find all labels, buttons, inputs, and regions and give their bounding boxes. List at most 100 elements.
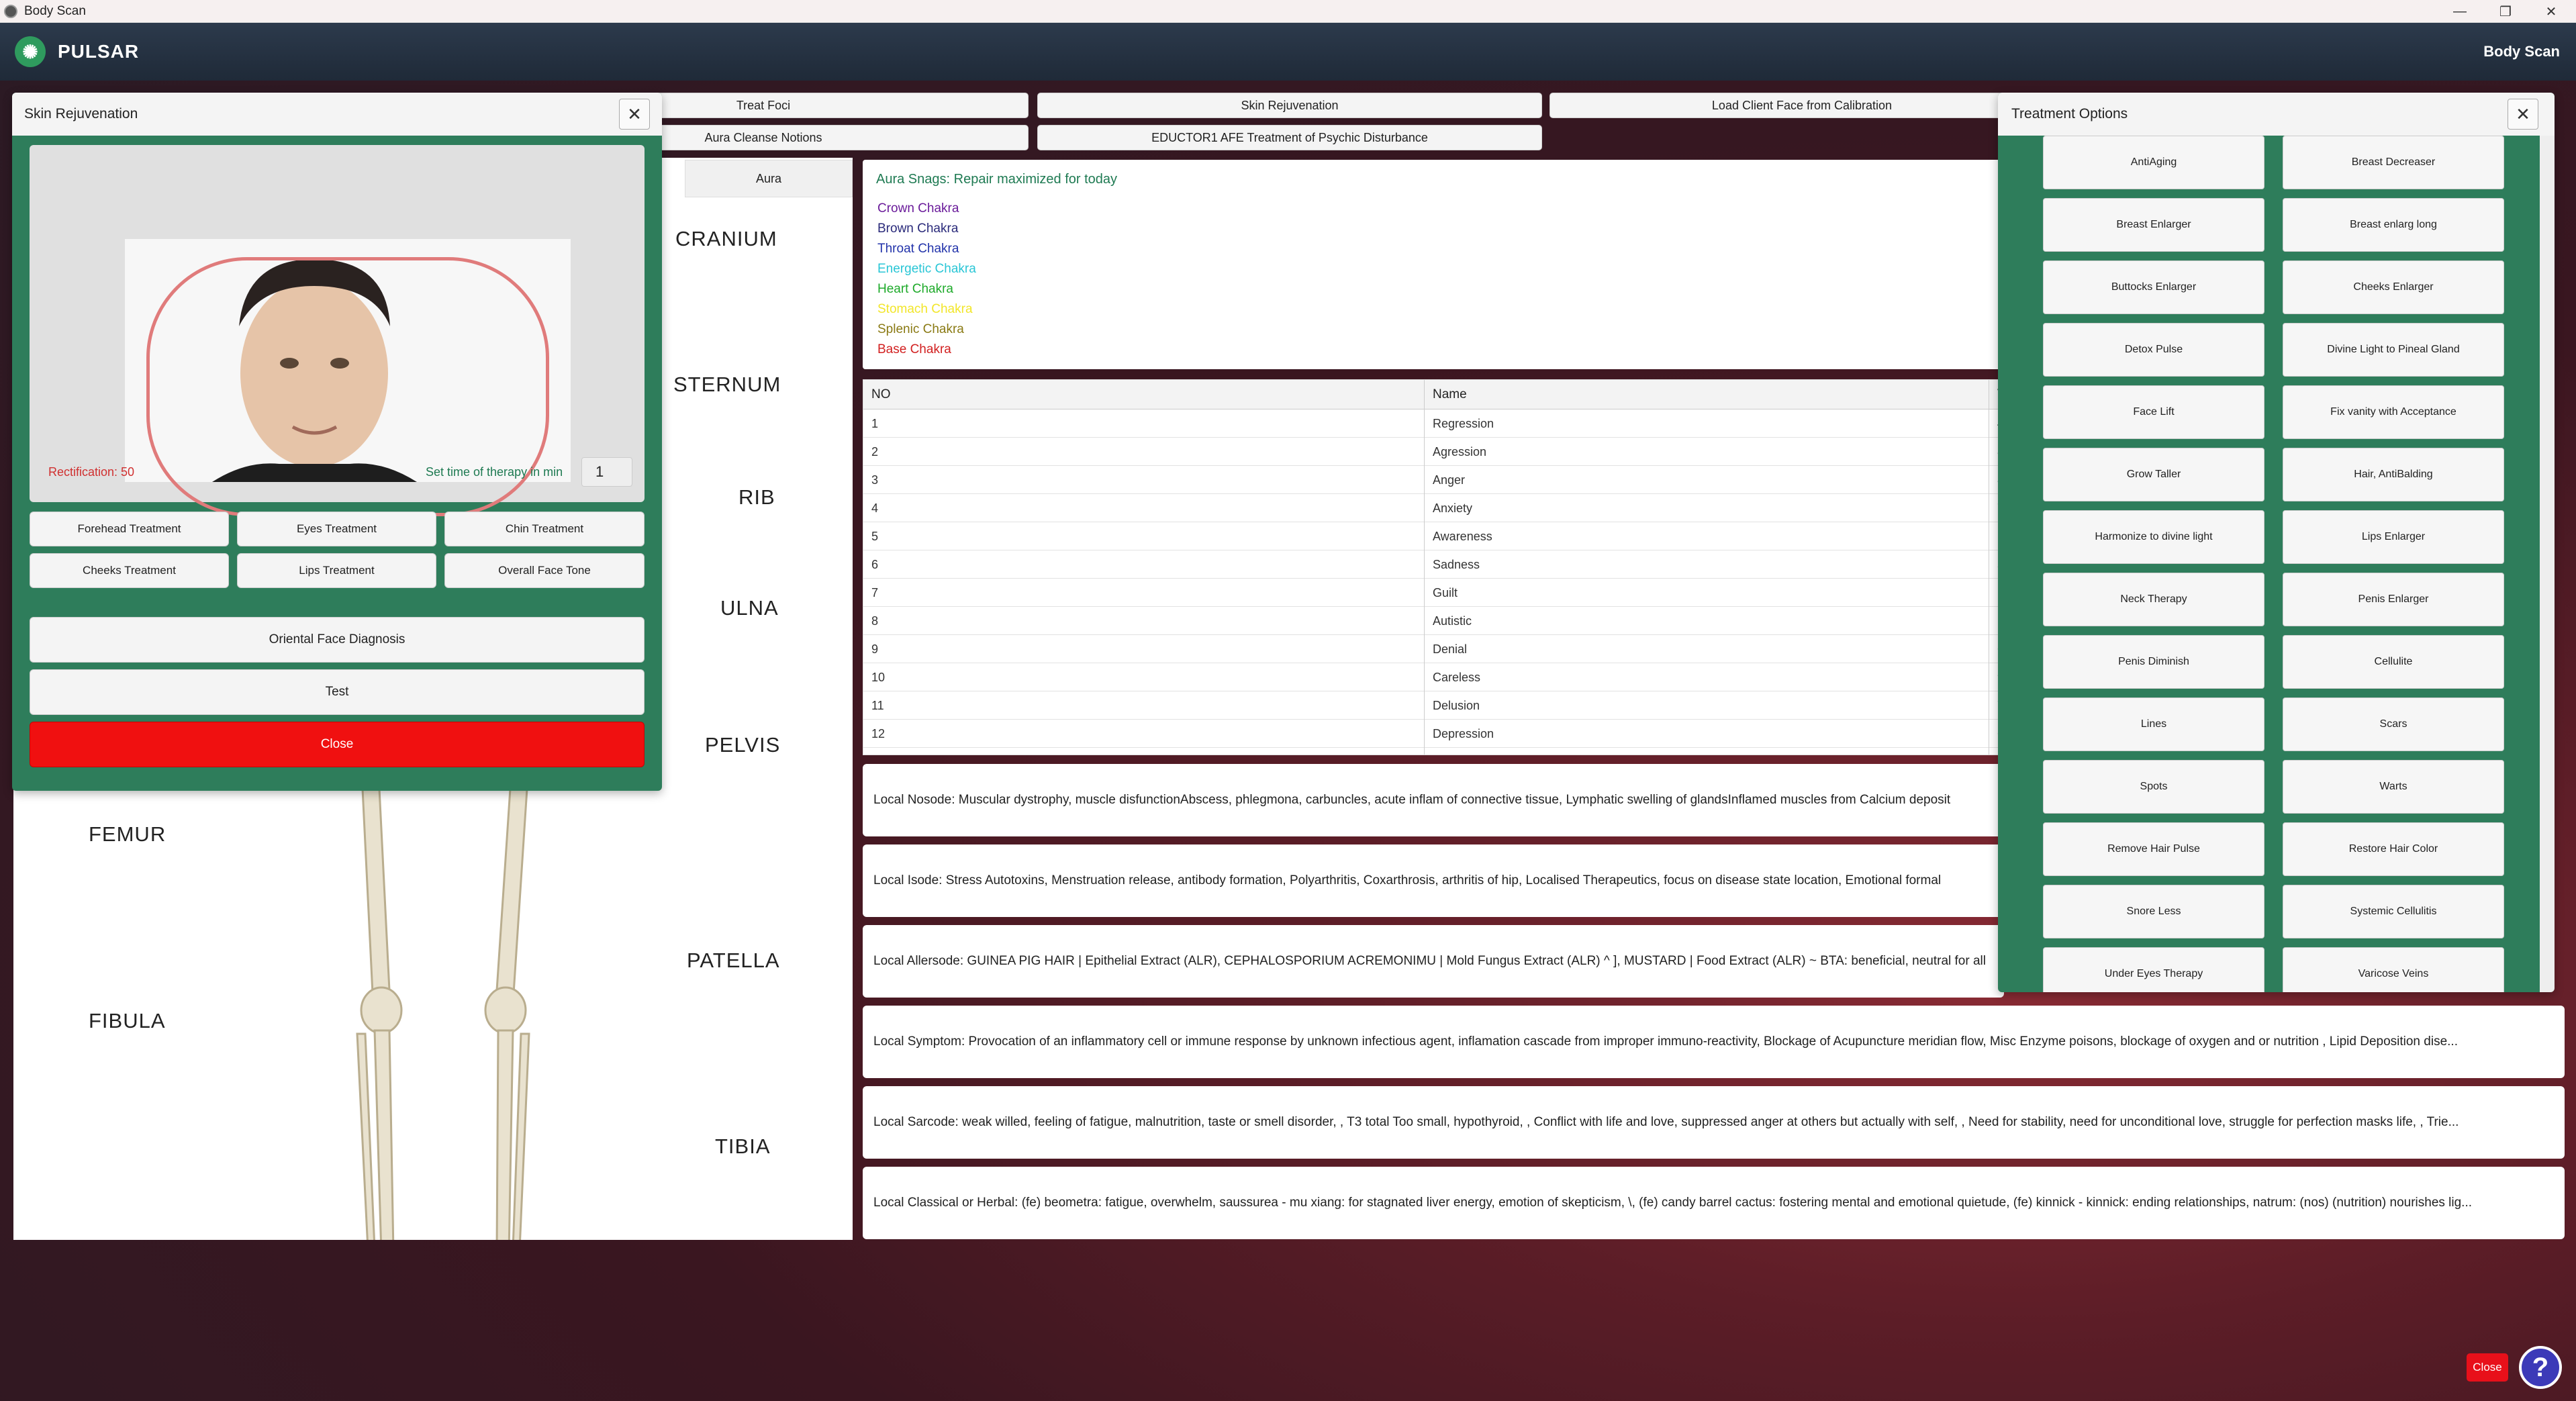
treatment-breast-enlarger[interactable]: Breast Enlarger — [2043, 198, 2264, 252]
row-name: Sadness — [1433, 557, 1480, 571]
table-row[interactable]: 5Awareness1 — [863, 522, 2003, 550]
treatment-fix-vanity[interactable]: Fix vanity with Acceptance — [2283, 385, 2504, 439]
forehead-treatment-button[interactable]: Forehead Treatment — [30, 512, 229, 546]
therapy-time-input[interactable]: 1 — [581, 457, 632, 487]
treatment-face-lift[interactable]: Face Lift — [2043, 385, 2264, 439]
tab-aura[interactable]: Aura — [685, 160, 853, 197]
column-header-no[interactable]: NO — [863, 380, 1424, 409]
local-nosode-row[interactable]: Local Nosode: Muscular dystrophy, muscle… — [863, 764, 2004, 836]
row-no: 10 — [871, 670, 886, 684]
treatment-buttocks-enlarger[interactable]: Buttocks Enlarger — [2043, 260, 2264, 314]
overall-face-tone-button[interactable]: Overall Face Tone — [444, 553, 645, 588]
aura-heading: Aura Snags: Repair maximized for today — [876, 172, 1118, 187]
local-symptom-row[interactable]: Local Symptom: Provocation of an inflamm… — [863, 1006, 2565, 1078]
chakra-splenic: Splenic Chakra — [877, 322, 964, 336]
treatment-antiaging[interactable]: AntiAging — [2043, 136, 2264, 189]
treatment-divine-light-pineal[interactable]: Divine Light to Pineal Gland — [2283, 323, 2504, 377]
treatment-options-dialog: Treatment Options ✕ AntiAging Breast Dec… — [1998, 93, 2555, 992]
treatment-varicose-veins[interactable]: Varicose Veins — [2283, 947, 2504, 992]
scrollbar[interactable] — [2540, 136, 2555, 992]
window-titlebar: Body Scan — ❐ ✕ — [0, 0, 2576, 23]
row-name: Awareness — [1433, 529, 1492, 543]
minimize-button[interactable]: — — [2440, 0, 2480, 23]
row-name: Delusion — [1433, 698, 1480, 712]
table-row[interactable]: 11Delusion7 — [863, 691, 2003, 720]
treatment-lines[interactable]: Lines — [2043, 697, 2264, 751]
treatment-lips-enlarger[interactable]: Lips Enlarger — [2283, 510, 2504, 564]
dialog-title: Skin Rejuvenation — [24, 106, 138, 122]
footer-close-button[interactable]: Close — [2467, 1353, 2508, 1382]
treatment-warts[interactable]: Warts — [2283, 760, 2504, 814]
bone-label-ulna: ULNA — [720, 596, 779, 620]
aura-snags-panel: Aura Snags: Repair maximized for today C… — [863, 160, 2004, 369]
treatment-detox-pulse[interactable]: Detox Pulse — [2043, 323, 2264, 377]
treatment-penis-enlarger[interactable]: Penis Enlarger — [2283, 573, 2504, 626]
local-herbal-row[interactable]: Local Classical or Herbal: (fe) beometra… — [863, 1167, 2565, 1239]
row-name: Autistic — [1433, 614, 1472, 628]
row-no: 8 — [871, 614, 879, 628]
eyes-treatment-button[interactable]: Eyes Treatment — [237, 512, 436, 546]
table-row[interactable]: 6Sadness5 — [863, 550, 2003, 579]
help-icon[interactable]: ? — [2519, 1346, 2562, 1389]
close-icon[interactable]: ✕ — [2508, 99, 2538, 130]
table-row[interactable]: 2Agression8 — [863, 438, 2003, 466]
lips-treatment-button[interactable]: Lips Treatment — [237, 553, 436, 588]
treatment-cheeks-enlarger[interactable]: Cheeks Enlarger — [2283, 260, 2504, 314]
treatment-scars[interactable]: Scars — [2283, 697, 2504, 751]
skin-rejuvenation-button[interactable]: Skin Rejuvenation — [1037, 93, 1542, 118]
column-header-name[interactable]: Name — [1425, 380, 1989, 409]
load-client-face-button[interactable]: Load Client Face from Calibration — [1549, 93, 2054, 118]
table-row[interactable]: 10Careless9 — [863, 663, 2003, 691]
header-page-title: Body Scan — [2483, 43, 2560, 60]
brand-name: PULSAR — [58, 41, 140, 62]
treatment-breast-decreaser[interactable]: Breast Decreaser — [2283, 136, 2504, 189]
chakra-throat: Throat Chakra — [877, 242, 959, 256]
table-row[interactable]: 3Anger8 — [863, 466, 2003, 494]
cheeks-treatment-button[interactable]: Cheeks Treatment — [30, 553, 229, 588]
table-row[interactable]: 1Regression4 — [863, 409, 2003, 438]
treatment-hair-antibalding[interactable]: Hair, AntiBalding — [2283, 448, 2504, 501]
treatment-remove-hair-pulse[interactable]: Remove Hair Pulse — [2043, 822, 2264, 876]
local-isode-row[interactable]: Local Isode: Stress Autotoxins, Menstrua… — [863, 844, 2004, 917]
table-row[interactable]: 12Depression6 — [863, 720, 2003, 748]
treatment-cellulite[interactable]: Cellulite — [2283, 635, 2504, 689]
row-no: 5 — [871, 529, 879, 543]
dialog-close-button[interactable]: Close — [30, 722, 645, 767]
app-icon — [4, 4, 17, 18]
table-row[interactable]: 7Guilt1 — [863, 579, 2003, 607]
treatment-penis-diminish[interactable]: Penis Diminish — [2043, 635, 2264, 689]
treatment-harmonize-divine-light[interactable]: Harmonize to divine light — [2043, 510, 2264, 564]
row-no: 4 — [871, 501, 879, 515]
treatment-grow-taller[interactable]: Grow Taller — [2043, 448, 2264, 501]
row-no: 6 — [871, 557, 879, 571]
chin-treatment-button[interactable]: Chin Treatment — [444, 512, 645, 546]
treatment-spots[interactable]: Spots — [2043, 760, 2264, 814]
close-icon[interactable]: ✕ — [619, 99, 650, 130]
eductor-afe-button[interactable]: EDUCTOR1 AFE Treatment of Psychic Distur… — [1037, 125, 1542, 150]
dialog-header: Treatment Options ✕ — [1998, 93, 2555, 136]
dialog-header: Skin Rejuvenation ✕ — [12, 93, 662, 136]
test-button[interactable]: Test — [30, 669, 645, 715]
chakra-brown: Brown Chakra — [877, 222, 959, 236]
treatment-snore-less[interactable]: Snore Less — [2043, 885, 2264, 938]
treatment-restore-hair-color[interactable]: Restore Hair Color — [2283, 822, 2504, 876]
treatment-neck-therapy[interactable]: Neck Therapy — [2043, 573, 2264, 626]
row-no: 1 — [871, 416, 879, 430]
maximize-button[interactable]: ❐ — [2485, 0, 2526, 23]
table-header: NO Name V — [863, 380, 2003, 409]
table-row[interactable]: 9Denial6 — [863, 635, 2003, 663]
table-row[interactable]: 4Anxiety7 — [863, 494, 2003, 522]
table-row[interactable]: 8Autistic1 — [863, 607, 2003, 635]
treatment-systemic-cellulitis[interactable]: Systemic Cellulitis — [2283, 885, 2504, 938]
local-sarcode-row[interactable]: Local Sarcode: weak willed, feeling of f… — [863, 1086, 2565, 1159]
row-no: 12 — [871, 726, 886, 740]
treatment-breast-enlarg-long[interactable]: Breast enlarg long — [2283, 198, 2504, 252]
bone-label-patella: PATELLA — [687, 949, 780, 972]
local-allersode-row[interactable]: Local Allersode: GUINEA PIG HAIR | Epith… — [863, 925, 2004, 998]
treatment-under-eyes[interactable]: Under Eyes Therapy — [2043, 947, 2264, 992]
row-no: 7 — [871, 585, 879, 599]
window-close-button[interactable]: ✕ — [2531, 0, 2571, 23]
window-title: Body Scan — [24, 3, 86, 18]
row-no: 11 — [871, 698, 884, 712]
oriental-face-diagnosis-button[interactable]: Oriental Face Diagnosis — [30, 617, 645, 663]
